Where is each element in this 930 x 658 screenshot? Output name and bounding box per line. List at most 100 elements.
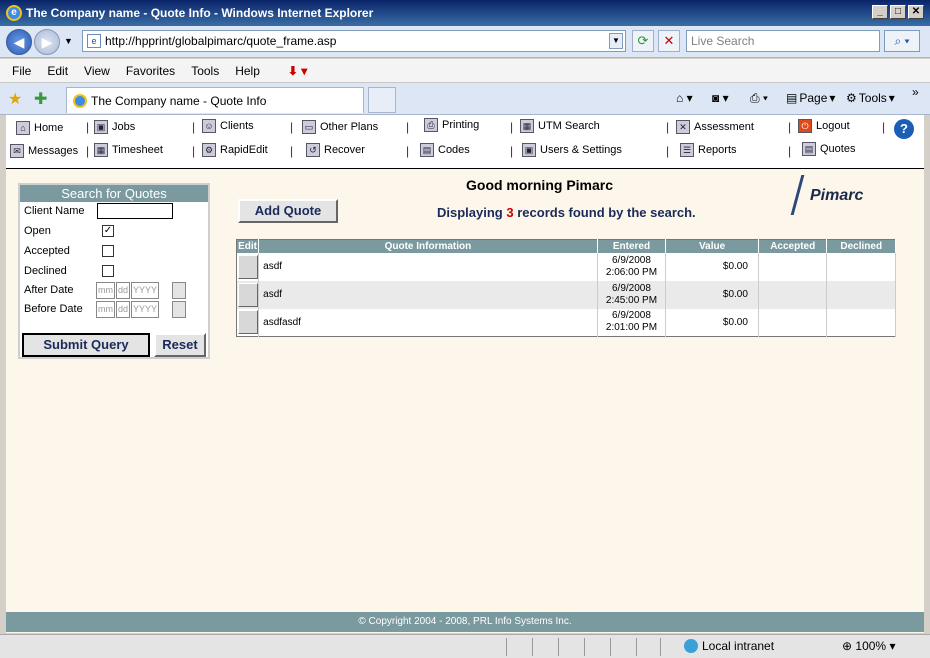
live-search-input[interactable]: Live Search bbox=[686, 30, 880, 52]
tab-quote-info[interactable]: The Company name - Quote Info bbox=[66, 87, 364, 113]
open-label: Open bbox=[24, 225, 51, 237]
declined-checkbox[interactable] bbox=[102, 265, 114, 277]
declined-cell bbox=[826, 280, 896, 309]
nav-utm-search[interactable]: ▦ UTM Search bbox=[520, 119, 600, 133]
search-panel-title: Search for Quotes bbox=[20, 185, 208, 202]
nav-assessment[interactable]: ✕ Assessment bbox=[676, 120, 754, 134]
favorites-star-icon[interactable]: ★ bbox=[8, 89, 22, 109]
nav-reports[interactable]: ☰ Reports bbox=[680, 143, 737, 157]
after-month-input[interactable]: mm bbox=[96, 282, 115, 299]
before-year-input[interactable]: YYYY bbox=[131, 301, 160, 318]
chevron-more-icon[interactable]: » bbox=[912, 85, 919, 99]
feeds-icon[interactable]: ◙ ▾ bbox=[712, 91, 729, 105]
nav-recover[interactable]: ↺ Recover bbox=[306, 143, 365, 157]
nav-codes[interactable]: ▤ Codes bbox=[420, 143, 470, 157]
acrobat-icon[interactable]: ⬇ ▾ bbox=[288, 64, 307, 78]
nav-quotes[interactable]: ▤ Quotes bbox=[802, 142, 855, 156]
print-icon[interactable]: ⎙ ▾ bbox=[750, 91, 768, 106]
reset-button[interactable]: Reset bbox=[154, 333, 206, 357]
entered-date: 6/9/2008 bbox=[612, 310, 651, 322]
recover-icon: ↺ bbox=[306, 143, 320, 157]
edit-row-button[interactable] bbox=[237, 254, 258, 279]
nav-rapidedit-label: RapidEdit bbox=[220, 144, 268, 156]
declined-cell bbox=[826, 308, 896, 337]
nav-jobs-label: Jobs bbox=[112, 121, 136, 133]
edit-row-button[interactable] bbox=[237, 310, 258, 335]
nav-clients[interactable]: ☺ Clients bbox=[202, 119, 254, 133]
client-name-input[interactable] bbox=[97, 203, 173, 219]
nav-timesheet[interactable]: ▦ Timesheet bbox=[94, 143, 163, 157]
new-tab-button[interactable] bbox=[368, 87, 396, 113]
accepted-cell bbox=[758, 308, 828, 337]
edit-row-button[interactable] bbox=[237, 282, 258, 307]
after-day-input[interactable]: dd bbox=[116, 282, 131, 299]
declined-label: Declined bbox=[24, 265, 67, 277]
help-icon[interactable]: ? bbox=[894, 119, 914, 139]
menu-file[interactable]: File bbox=[12, 64, 31, 78]
nav-home[interactable]: ⌂ Home bbox=[16, 121, 63, 135]
menu-favorites[interactable]: Favorites bbox=[126, 64, 175, 78]
nav-other-plans[interactable]: ▭ Other Plans bbox=[302, 120, 378, 134]
close-button[interactable]: ✕ bbox=[908, 5, 924, 19]
after-date-picker-button[interactable] bbox=[172, 282, 186, 299]
page-menu-label: Page bbox=[799, 91, 828, 105]
home-command-icon[interactable]: ⌂ ▾ bbox=[676, 91, 693, 105]
utm-search-icon: ▦ bbox=[520, 119, 534, 133]
zoom-control[interactable]: ⊕ 100% ▾ bbox=[842, 639, 895, 653]
record-count: 3 bbox=[506, 205, 514, 220]
nav-quotes-label: Quotes bbox=[820, 143, 856, 155]
refresh-button[interactable]: ⟳ bbox=[632, 30, 654, 52]
maximize-button[interactable]: □ bbox=[890, 5, 906, 19]
accepted-checkbox[interactable] bbox=[102, 245, 114, 257]
nav-printing[interactable]: ⎙ Printing bbox=[424, 118, 479, 132]
nav-messages-label: Messages bbox=[28, 145, 79, 157]
menu-edit[interactable]: Edit bbox=[47, 64, 68, 78]
records-suffix: records found by the search. bbox=[517, 205, 696, 220]
submit-query-button[interactable]: Submit Query bbox=[22, 333, 150, 357]
address-dropdown-icon[interactable]: ▼ bbox=[609, 33, 623, 49]
pimarc-logo: Pimarc bbox=[790, 175, 868, 219]
tab-label: The Company name - Quote Info bbox=[91, 93, 267, 108]
history-dropdown-icon[interactable]: ▼ bbox=[64, 36, 73, 46]
add-quote-button[interactable]: Add Quote bbox=[238, 199, 338, 223]
col-value: Value bbox=[665, 239, 759, 253]
after-date-fields: mm dd YYYY bbox=[96, 282, 160, 299]
before-date-label: Before Date bbox=[24, 303, 83, 315]
nav-separator: | bbox=[510, 144, 514, 158]
add-favorites-icon[interactable]: ✚ bbox=[34, 89, 47, 109]
nav-reports-label: Reports bbox=[698, 144, 737, 156]
status-divider bbox=[506, 638, 507, 656]
nav-messages[interactable]: ✉ Messages bbox=[10, 144, 78, 158]
status-divider bbox=[584, 638, 585, 656]
value-cell: $0.00 bbox=[665, 252, 759, 281]
page-menu[interactable]: ▤ Page ▾ bbox=[786, 91, 835, 105]
nav-rapidedit[interactable]: ⚙ RapidEdit bbox=[202, 143, 268, 157]
entered-time: 2:01:00 PM bbox=[605, 322, 658, 334]
after-year-input[interactable]: YYYY bbox=[131, 282, 160, 299]
before-month-input[interactable]: mm bbox=[96, 301, 115, 318]
nav-separator: | bbox=[406, 144, 410, 158]
status-bar: Local intranet ⊕ 100% ▾ bbox=[0, 634, 930, 658]
stop-button[interactable]: ✕ bbox=[658, 30, 680, 52]
menu-help[interactable]: Help bbox=[235, 64, 260, 78]
nav-logout[interactable]: ⏻ Logout bbox=[798, 119, 850, 133]
forward-button[interactable]: ▶ bbox=[34, 29, 60, 55]
nav-separator: | bbox=[192, 144, 196, 158]
back-button[interactable]: ◀ bbox=[6, 29, 32, 55]
minimize-button[interactable]: _ bbox=[872, 5, 888, 19]
table-row: asdf 6/9/2008 2:06:00 PM $0.00 bbox=[236, 252, 896, 281]
security-zone[interactable]: Local intranet bbox=[684, 639, 774, 653]
clients-icon: ☺ bbox=[202, 119, 216, 133]
menu-tools[interactable]: Tools bbox=[191, 64, 219, 78]
entered-cell: 6/9/2008 2:45:00 PM bbox=[597, 280, 667, 309]
address-url: http://hpprint/globalpimarc/quote_frame.… bbox=[105, 34, 337, 48]
menu-view[interactable]: View bbox=[84, 64, 110, 78]
before-day-input[interactable]: dd bbox=[116, 301, 131, 318]
tools-menu[interactable]: ⚙ Tools ▾ bbox=[846, 91, 895, 105]
nav-jobs[interactable]: ▣ Jobs bbox=[94, 120, 135, 134]
address-bar[interactable]: e http://hpprint/globalpimarc/quote_fram… bbox=[82, 30, 626, 52]
search-button[interactable]: ⌕ ▾ bbox=[884, 30, 920, 52]
nav-users-settings[interactable]: ▣ Users & Settings bbox=[522, 143, 622, 157]
open-checkbox[interactable]: ✓ bbox=[102, 225, 114, 237]
before-date-picker-button[interactable] bbox=[172, 301, 186, 318]
